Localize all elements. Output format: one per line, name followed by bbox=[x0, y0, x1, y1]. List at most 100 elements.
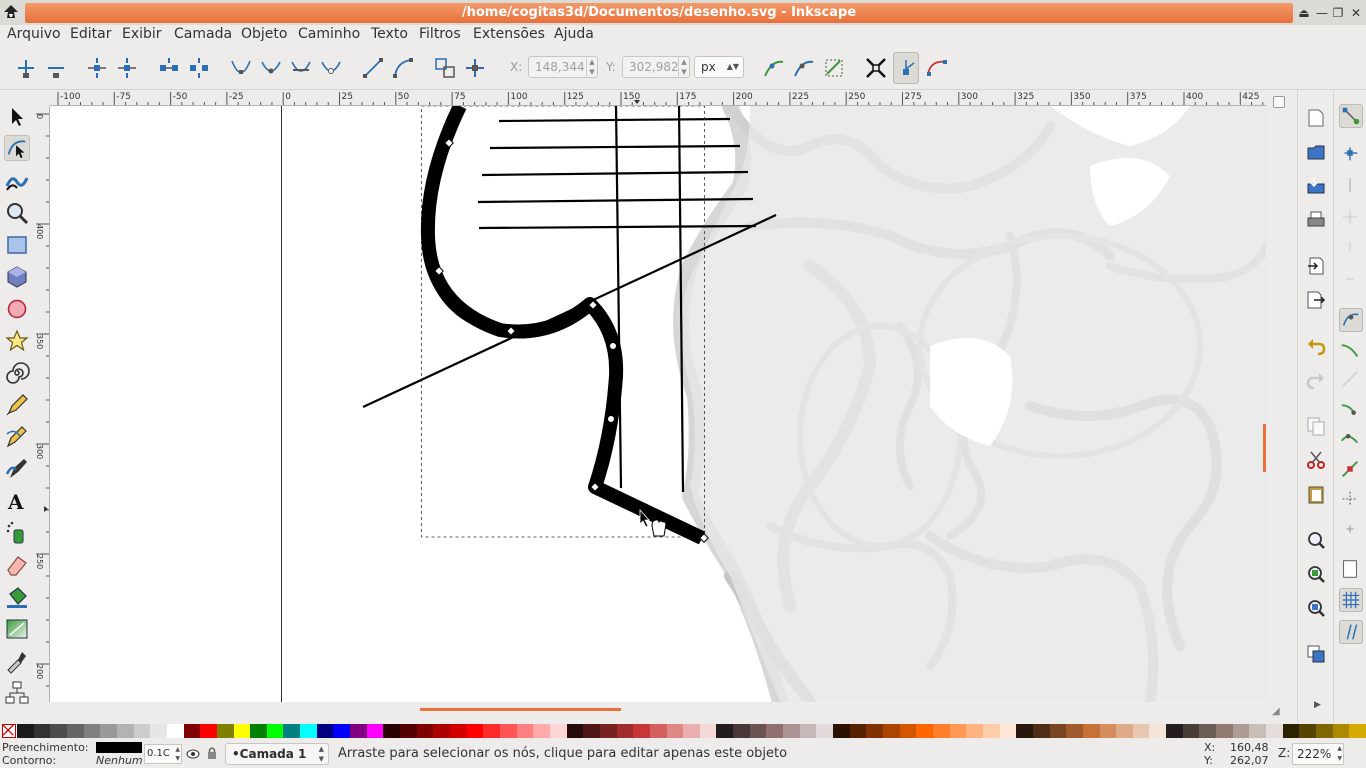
color-swatch[interactable] bbox=[799, 724, 817, 738]
color-swatch[interactable] bbox=[1266, 724, 1284, 738]
color-swatch[interactable] bbox=[483, 724, 501, 738]
open-icon[interactable] bbox=[1306, 142, 1326, 162]
spray-tool-icon[interactable] bbox=[4, 520, 30, 546]
edit-clip-path-icon[interactable] bbox=[792, 56, 816, 80]
snap-rotation-center-icon[interactable] bbox=[1339, 518, 1363, 542]
delete-node-icon[interactable] bbox=[44, 56, 68, 80]
color-swatch[interactable] bbox=[66, 724, 85, 738]
snap-midpoints-icon[interactable] bbox=[1339, 458, 1363, 482]
insert-node-icon[interactable] bbox=[14, 56, 38, 80]
join-nodes-icon[interactable] bbox=[85, 56, 109, 80]
color-swatch[interactable] bbox=[200, 724, 218, 738]
spinner-arrows-icon[interactable]: ▲ ▼ bbox=[586, 57, 597, 77]
spinner-arrows-icon[interactable]: ▲ ▼ bbox=[678, 57, 689, 77]
color-swatch[interactable] bbox=[699, 724, 717, 738]
color-swatch[interactable] bbox=[466, 724, 484, 738]
smooth-node-icon[interactable] bbox=[259, 56, 283, 80]
menu-extensoes[interactable]: Extensões bbox=[473, 26, 545, 42]
show-path-outline-icon[interactable] bbox=[925, 56, 949, 80]
snap-nodes-icon[interactable] bbox=[1339, 308, 1363, 332]
color-swatch[interactable] bbox=[866, 724, 884, 738]
color-swatch[interactable] bbox=[1016, 724, 1034, 738]
eraser-tool-icon[interactable] bbox=[4, 552, 30, 578]
color-swatch[interactable] bbox=[982, 724, 1001, 738]
color-swatch[interactable] bbox=[999, 724, 1017, 738]
resize-grip-icon[interactable]: ◢ bbox=[1272, 706, 1280, 717]
color-swatch[interactable] bbox=[516, 724, 534, 738]
menu-editar[interactable]: Editar bbox=[70, 26, 111, 42]
cut-icon[interactable] bbox=[1306, 450, 1326, 470]
color-swatch[interactable] bbox=[283, 724, 301, 738]
color-swatch[interactable] bbox=[1299, 724, 1317, 738]
color-swatch[interactable] bbox=[1316, 724, 1334, 738]
color-swatch[interactable] bbox=[166, 724, 185, 738]
color-swatch[interactable] bbox=[1082, 724, 1101, 738]
cusp-node-icon[interactable] bbox=[229, 56, 253, 80]
horizontal-ruler[interactable]: -100 -75 -50 -25 0 25 50 75 100 125 150 175 200 225 25… bbox=[50, 90, 1266, 106]
menu-objeto[interactable]: Objeto bbox=[241, 26, 287, 42]
import-icon[interactable] bbox=[1306, 256, 1326, 276]
star-tool-icon[interactable] bbox=[4, 328, 30, 354]
paint-bucket-tool-icon[interactable] bbox=[4, 584, 30, 610]
no-paint-swatch[interactable] bbox=[2, 724, 16, 738]
color-swatch[interactable] bbox=[1232, 724, 1250, 738]
snap-bbox-center-icon[interactable] bbox=[1339, 268, 1363, 292]
color-swatch[interactable] bbox=[949, 724, 967, 738]
save-icon[interactable] bbox=[1306, 176, 1326, 196]
minimize-button[interactable]: — bbox=[1314, 5, 1330, 21]
color-swatch[interactable] bbox=[599, 724, 618, 738]
color-swatch[interactable] bbox=[83, 724, 101, 738]
color-swatch[interactable] bbox=[1066, 724, 1084, 738]
pencil-tool-icon[interactable] bbox=[4, 392, 30, 418]
color-swatch[interactable] bbox=[616, 724, 634, 738]
zoom-page-icon[interactable] bbox=[1306, 598, 1326, 618]
color-swatch[interactable] bbox=[1166, 724, 1184, 738]
scroll-thumb[interactable] bbox=[420, 708, 621, 711]
color-swatch[interactable] bbox=[1349, 724, 1366, 738]
node-y-input[interactable]: 302,982 ▲ ▼ bbox=[622, 56, 690, 78]
color-swatch[interactable] bbox=[1032, 724, 1051, 738]
copy-icon[interactable] bbox=[1306, 416, 1326, 436]
fill-indicator[interactable] bbox=[96, 742, 142, 753]
color-swatch[interactable] bbox=[783, 724, 801, 738]
menu-camada[interactable]: Camada bbox=[174, 26, 232, 42]
color-swatch[interactable] bbox=[216, 724, 234, 738]
drawing-canvas[interactable] bbox=[50, 106, 1266, 702]
layer-select[interactable]: •Camada 1 ▲ ▼ bbox=[225, 743, 329, 765]
zoom-tool-icon[interactable] bbox=[4, 200, 30, 226]
more-commands-icon[interactable]: ▶ bbox=[1314, 700, 1321, 710]
color-swatch[interactable] bbox=[1216, 724, 1234, 738]
menu-caminho[interactable]: Caminho bbox=[298, 26, 360, 42]
color-swatch[interactable] bbox=[932, 724, 951, 738]
menu-texto[interactable]: Texto bbox=[371, 26, 408, 42]
eject-icon[interactable]: ⏏ bbox=[1296, 5, 1312, 21]
horizontal-scrollbar[interactable]: ◢ bbox=[50, 702, 1280, 722]
snap-bbox-corner-icon[interactable] bbox=[1339, 206, 1363, 230]
snap-grid-icon[interactable] bbox=[1339, 588, 1363, 612]
tweak-tool-icon[interactable] bbox=[4, 168, 30, 194]
color-swatch[interactable] bbox=[716, 724, 734, 738]
snap-page-border-icon[interactable] bbox=[1339, 558, 1363, 582]
show-handles-icon[interactable] bbox=[893, 52, 919, 84]
lock-icon[interactable] bbox=[206, 746, 218, 760]
color-swatch[interactable] bbox=[233, 724, 251, 738]
color-swatch[interactable] bbox=[1132, 724, 1150, 738]
color-swatch[interactable] bbox=[633, 724, 651, 738]
join-segment-icon[interactable] bbox=[157, 56, 181, 80]
opacity-input[interactable]: 0.1C ▲ ▼ bbox=[144, 744, 182, 764]
3d-box-tool-icon[interactable] bbox=[4, 264, 30, 290]
color-swatch[interactable] bbox=[666, 724, 684, 738]
color-swatch[interactable] bbox=[133, 724, 151, 738]
color-swatch[interactable] bbox=[383, 724, 401, 738]
color-swatch[interactable] bbox=[966, 724, 984, 738]
color-swatch[interactable] bbox=[50, 724, 68, 738]
eye-icon[interactable] bbox=[186, 747, 200, 761]
vertical-scrollbar[interactable] bbox=[1263, 90, 1296, 712]
color-swatch[interactable] bbox=[1182, 724, 1200, 738]
color-swatch[interactable] bbox=[450, 724, 468, 738]
new-document-icon[interactable] bbox=[1306, 108, 1326, 128]
pen-tool-icon[interactable] bbox=[4, 424, 30, 450]
selector-tool-icon[interactable] bbox=[4, 104, 30, 130]
color-swatch[interactable] bbox=[833, 724, 851, 738]
paste-icon[interactable] bbox=[1306, 484, 1326, 504]
